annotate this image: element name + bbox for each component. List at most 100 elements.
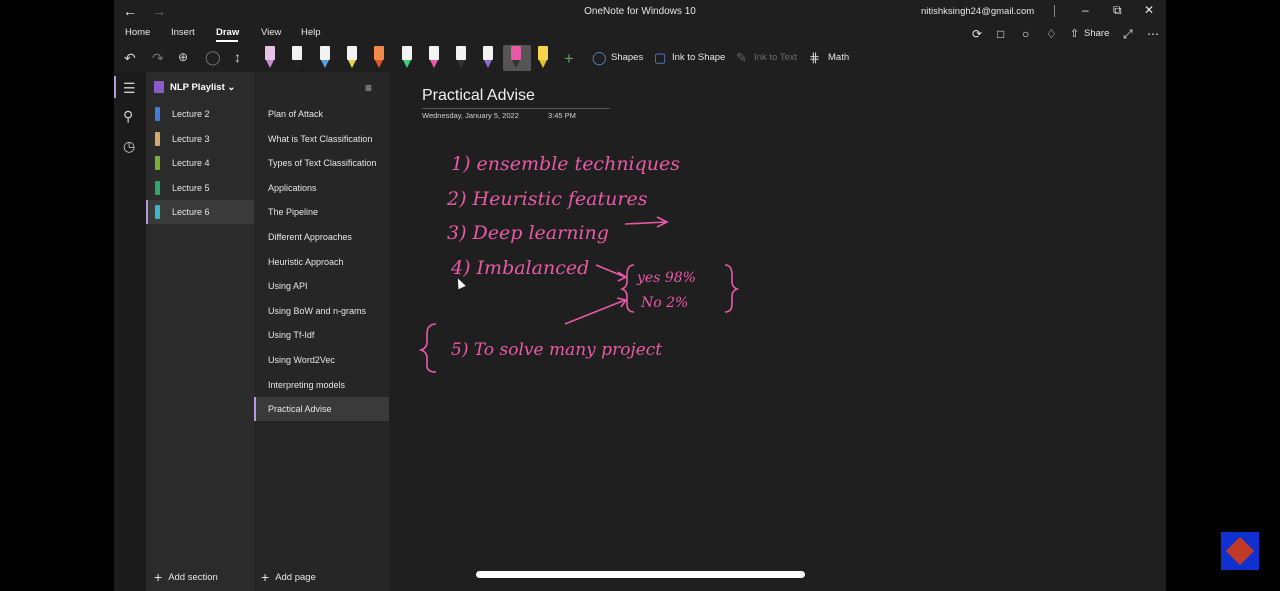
share-icon[interactable]: ⇧: [1070, 27, 1079, 40]
undo-icon[interactable]: ↶: [124, 50, 136, 67]
ink-line-4: 4) Imbalanced: [450, 257, 589, 279]
bell-icon[interactable]: ♢: [1046, 27, 1057, 41]
pen-body: [428, 46, 439, 60]
type-select-icon[interactable]: ⊕: [178, 50, 188, 64]
lightbulb-icon[interactable]: ○: [1022, 27, 1029, 41]
page-item[interactable]: Using API: [254, 274, 389, 298]
page-active-indicator: [254, 397, 256, 422]
pen-tip: [266, 60, 274, 68]
section-item[interactable]: Lecture 3: [146, 127, 254, 151]
more-options-icon[interactable]: ⋯: [1147, 27, 1159, 41]
pen-body: [292, 46, 303, 60]
pen-tip: [402, 60, 411, 68]
ink-brace-bottom: No 2%: [640, 295, 688, 311]
shapes-icon: ◯: [592, 50, 607, 65]
notebook-name: NLP Playlist: [170, 82, 225, 93]
page-item[interactable]: Practical Advise: [254, 397, 389, 422]
ribbon-tabs: Home Insert Draw View Help: [114, 24, 1166, 44]
pen-tool-icon[interactable]: [344, 44, 360, 70]
ink-to-shape-icon: ▢: [654, 50, 667, 65]
page-item[interactable]: What is Text Classification: [254, 127, 389, 151]
page-item[interactable]: Plan of Attack: [254, 102, 389, 126]
fullscreen-icon[interactable]: ⤢: [1123, 27, 1133, 42]
section-color-tab: [155, 131, 160, 146]
tab-insert[interactable]: Insert: [171, 27, 195, 38]
close-icon[interactable]: ✕: [1144, 3, 1154, 17]
section-item[interactable]: Lecture 4: [146, 151, 254, 175]
pen-tool-icon[interactable]: [289, 44, 305, 70]
shapes-button[interactable]: Shapes: [611, 52, 643, 63]
tab-view[interactable]: View: [261, 27, 281, 38]
add-page-button[interactable]: + Add page: [261, 569, 316, 585]
page-item[interactable]: Using Word2Vec: [254, 348, 389, 372]
pen-tool-icon[interactable]: [508, 44, 524, 70]
page-item[interactable]: Interpreting models: [254, 373, 389, 397]
sort-pages-icon[interactable]: ≡: [365, 81, 372, 95]
ink-to-text-button[interactable]: Ink to Text: [754, 52, 797, 63]
pen-body: [538, 46, 548, 60]
ink-line-5: 5) To solve many project: [451, 340, 662, 360]
minimize-icon[interactable]: –: [1082, 3, 1089, 17]
tab-home[interactable]: Home: [125, 27, 150, 38]
page-item[interactable]: Using Tf-Idf: [254, 323, 389, 347]
page-item[interactable]: Heuristic Approach: [254, 250, 389, 274]
ink-arrow-1: [624, 216, 669, 228]
add-section-button[interactable]: + Add section: [154, 569, 218, 585]
section-item[interactable]: Lecture 5: [146, 176, 254, 200]
section-color-tab: [155, 180, 160, 195]
pen-tip: [539, 60, 547, 68]
pen-tool-icon[interactable]: [426, 44, 442, 70]
section-item[interactable]: Lecture 6: [146, 200, 254, 225]
onenote-window: ← → OneNote for Windows 10 nitishksingh2…: [114, 0, 1166, 591]
sync-icon[interactable]: ⟳: [972, 27, 982, 41]
redo-icon[interactable]: ↷: [152, 50, 164, 67]
page-label: The Pipeline: [268, 207, 319, 218]
page-label: Using API: [268, 281, 308, 292]
add-page-label: Add page: [275, 572, 316, 583]
pen-body: [265, 46, 275, 60]
title-bar: ← → OneNote for Windows 10 nitishksingh2…: [114, 0, 1166, 24]
add-pen-icon[interactable]: +: [564, 49, 574, 69]
pen-tool-icon[interactable]: [317, 44, 333, 70]
pen-tip: [347, 60, 356, 68]
page-label: What is Text Classification: [268, 133, 373, 144]
pen-tool-icon[interactable]: [262, 44, 278, 70]
tab-draw[interactable]: Draw: [216, 27, 239, 38]
share-button[interactable]: Share: [1084, 28, 1109, 39]
account-email[interactable]: nitishksingh24@gmail.com: [921, 6, 1034, 17]
pen-tool-icon[interactable]: [480, 44, 496, 70]
ink-to-shape-button[interactable]: Ink to Shape: [672, 52, 725, 63]
add-space-icon[interactable]: ↕: [234, 49, 241, 65]
page-label: Plan of Attack: [268, 109, 324, 119]
recent-clock-icon[interactable]: ◷: [123, 138, 135, 155]
page-item[interactable]: Types of Text Classification: [254, 151, 389, 175]
page-item[interactable]: Applications: [254, 176, 389, 200]
notifications-feed-icon[interactable]: □: [997, 27, 1004, 41]
pen-tool-icon[interactable]: [535, 44, 551, 70]
page-item[interactable]: The Pipeline: [254, 200, 389, 224]
page-item[interactable]: Different Approaches: [254, 225, 389, 249]
pen-tool-icon[interactable]: [399, 44, 415, 70]
pen-tip: [511, 60, 520, 68]
notebook-icon: [154, 81, 164, 93]
restore-icon[interactable]: ⧉: [1113, 3, 1122, 18]
math-button[interactable]: Math: [828, 52, 849, 63]
notebooks-icon[interactable]: ☰: [123, 80, 136, 97]
tab-help[interactable]: Help: [301, 27, 321, 38]
pen-body: [456, 46, 467, 60]
home-indicator-bar[interactable]: [476, 571, 805, 578]
pen-tool-icon[interactable]: [453, 44, 469, 70]
page-item[interactable]: Using BoW and n-grams: [254, 299, 389, 323]
plus-icon: +: [154, 569, 163, 585]
section-item[interactable]: Lecture 2: [146, 102, 254, 126]
ink-brace-close: [724, 264, 740, 313]
handwritten-ink[interactable]: 1) ensemble techniques 2) Heuristic feat…: [389, 72, 1166, 591]
pen-body: [346, 46, 357, 60]
notebook-selector[interactable]: NLP Playlist ⌄: [170, 82, 235, 93]
search-icon[interactable]: ⚲: [123, 108, 133, 125]
page-label: Applications: [268, 182, 317, 193]
note-canvas[interactable]: Practical Advise Wednesday, January 5, 2…: [389, 72, 1166, 591]
ink-arrow-2: [595, 264, 628, 282]
lasso-select-icon[interactable]: ◯: [205, 49, 221, 66]
pen-tool-icon[interactable]: [371, 44, 387, 70]
